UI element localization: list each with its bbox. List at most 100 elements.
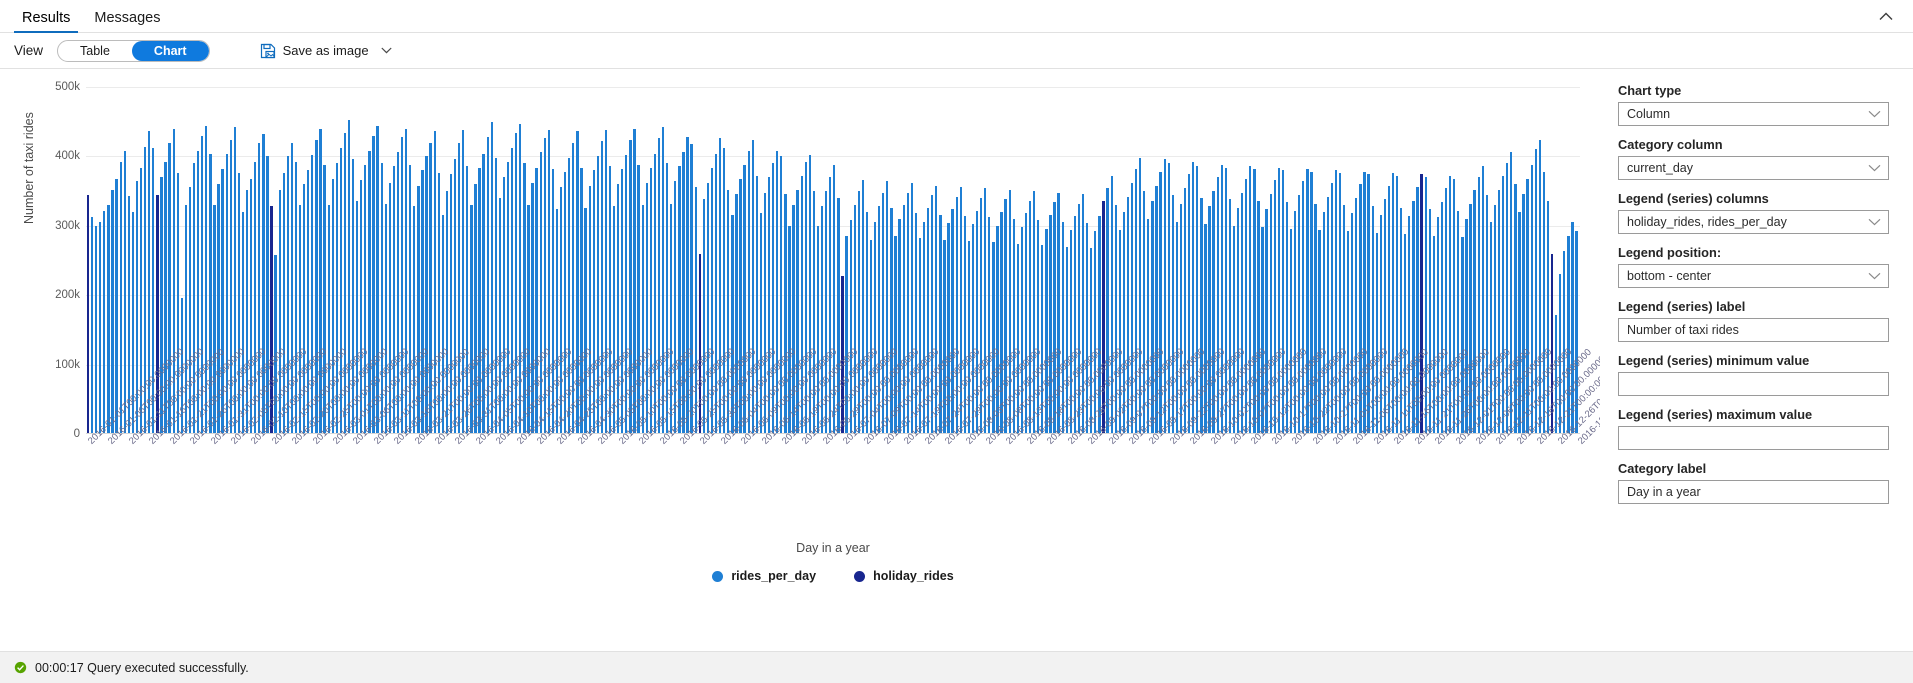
bar-rides-per-day[interactable] — [992, 242, 994, 434]
bar-rides-per-day[interactable] — [103, 211, 105, 434]
x-axis-tick-label: 2016-07-09T00:00:00.0000000 — [862, 439, 870, 447]
y-axis-tick-label: 200k — [38, 289, 80, 301]
view-toggle-table[interactable]: Table — [58, 41, 132, 61]
chart-legend: rides_per_day holiday_rides — [86, 569, 1580, 583]
x-axis-tick-label: 2016-01-01T00:00:00.0000000 — [86, 439, 94, 447]
bar-rides-per-day[interactable] — [107, 205, 109, 434]
bar-rides-per-day[interactable] — [246, 190, 248, 434]
config-value-category-column: current_day — [1627, 161, 1693, 175]
x-axis-tick-label: 2016-03-06T00:00:00.0000000 — [351, 439, 359, 447]
bar-rides-per-day[interactable] — [858, 191, 860, 434]
view-label: View — [14, 43, 43, 58]
view-toggle-group: Table Chart — [57, 40, 210, 62]
results-body: Number of taxi rides 0100k200k300k400k50… — [0, 69, 1913, 683]
config-input-legend-series-label[interactable]: Number of taxi rides — [1618, 318, 1889, 342]
bar-rides-per-day[interactable] — [1249, 166, 1251, 434]
x-axis-tick-label: 2016-06-24T00:00:00.0000000 — [800, 439, 808, 447]
bar-rides-per-day[interactable] — [311, 155, 313, 434]
x-axis-tick-label: 2016-11-26T00:00:00.0000000 — [1433, 439, 1441, 447]
bar-rides-per-day[interactable] — [1563, 251, 1565, 434]
x-axis-tick-label: 2016-07-14T00:00:00.0000000 — [882, 439, 890, 447]
x-axis-tick-label: 2016-08-18T00:00:00.0000000 — [1025, 439, 1033, 447]
x-axis-tick-label: 2016-08-03T00:00:00.0000000 — [964, 439, 972, 447]
bar-rides-per-day[interactable] — [242, 212, 244, 434]
config-input-legend-series-max[interactable] — [1618, 426, 1889, 450]
bar-rides-per-day[interactable] — [1143, 191, 1145, 434]
config-field-chart-type: Chart typeColumn — [1618, 83, 1889, 126]
bar-rides-per-day[interactable] — [1082, 194, 1084, 434]
bar-rides-per-day[interactable] — [454, 159, 456, 434]
bar-rides-per-day[interactable] — [1539, 140, 1541, 434]
bar-rides-per-day[interactable] — [796, 190, 798, 434]
x-axis-tick-label: 2016-06-04T00:00:00.0000000 — [719, 439, 727, 447]
config-select-legend-series-columns[interactable]: holiday_rides, rides_per_day — [1618, 210, 1889, 234]
config-input-legend-series-min[interactable] — [1618, 372, 1889, 396]
x-axis-tick-label: 2016-05-05T00:00:00.0000000 — [596, 439, 604, 447]
x-axis-tick-label: 2016-05-15T00:00:00.0000000 — [637, 439, 645, 447]
x-axis-tick-label: 2016-02-05T00:00:00.0000000 — [229, 439, 237, 447]
legend-item[interactable]: rides_per_day — [712, 569, 816, 583]
x-axis-tick-label: 2016-07-24T00:00:00.0000000 — [923, 439, 931, 447]
config-label-category-label: Category label — [1618, 461, 1889, 476]
bar-rides-per-day[interactable] — [352, 159, 354, 434]
bar-rides-per-day[interactable] — [678, 166, 680, 434]
bar-rides-per-day[interactable] — [637, 165, 639, 434]
bar-rides-per-day[interactable] — [1327, 197, 1329, 434]
bar-rides-per-day[interactable] — [173, 129, 175, 434]
x-axis-tick-label: 2016-03-16T00:00:00.0000000 — [392, 439, 400, 447]
tab-messages[interactable]: Messages — [82, 11, 172, 33]
x-axis-tick-label: 2016-07-04T00:00:00.0000000 — [841, 439, 849, 447]
bar-rides-per-day[interactable] — [695, 187, 697, 434]
x-axis-tick-label: 2016-02-20T00:00:00.0000000 — [290, 439, 298, 447]
x-axis-tick-label: 2016-10-02T00:00:00.0000000 — [1209, 439, 1217, 447]
x-axis-tick-label: 2016-01-06T00:00:00.0000000 — [106, 439, 114, 447]
x-axis-tick-label: 2016-04-05T00:00:00.0000000 — [474, 439, 482, 447]
bar-rides-per-day[interactable] — [95, 226, 97, 434]
legend-swatch-icon — [712, 571, 723, 582]
config-field-legend-position: Legend position:bottom - center — [1618, 245, 1889, 288]
config-select-chart-type[interactable]: Column — [1618, 102, 1889, 126]
chevron-down-icon — [1868, 164, 1881, 172]
config-select-legend-position[interactable]: bottom - center — [1618, 264, 1889, 288]
x-axis-tick-label: 2016-04-15T00:00:00.0000000 — [515, 439, 523, 447]
x-axis-tick-label: 2016-03-01T00:00:00.0000000 — [331, 439, 339, 447]
collapse-panel-button[interactable] — [1873, 4, 1899, 28]
bar-rides-per-day[interactable] — [495, 158, 497, 434]
bar-rides-per-day[interactable] — [115, 179, 117, 434]
y-axis-tick-label: 500k — [38, 81, 80, 93]
bar-rides-per-day[interactable] — [120, 162, 122, 434]
tab-results[interactable]: Results — [10, 11, 82, 33]
x-axis-tick-label: 2016-09-12T00:00:00.0000000 — [1127, 439, 1135, 447]
bar-rides-per-day[interactable] — [960, 187, 962, 434]
bar-rides-per-day[interactable] — [91, 217, 93, 434]
x-axis-tick-label: 2016-09-27T00:00:00.0000000 — [1188, 439, 1196, 447]
x-axis-tick-label: 2016-06-09T00:00:00.0000000 — [739, 439, 747, 447]
config-select-category-column[interactable]: current_day — [1618, 156, 1889, 180]
config-field-legend-series-max: Legend (series) maximum value — [1618, 407, 1889, 450]
y-axis-tick-label: 400k — [38, 150, 80, 162]
view-toggle-chart[interactable]: Chart — [132, 41, 209, 61]
x-axis-tick-label: 2016-04-20T00:00:00.0000000 — [535, 439, 543, 447]
x-axis-tick-label: 2016-05-20T00:00:00.0000000 — [658, 439, 666, 447]
legend-item[interactable]: holiday_rides — [854, 569, 954, 583]
chevron-down-icon — [381, 47, 392, 54]
bar-holiday-rides[interactable] — [87, 195, 89, 434]
bar-rides-per-day[interactable] — [124, 151, 126, 434]
bar-rides-per-day[interactable] — [99, 222, 101, 434]
bar-rides-per-day[interactable] — [1037, 220, 1039, 434]
x-axis-tick-label: 2016-12-01T00:00:00.0000000 — [1454, 439, 1462, 447]
bar-rides-per-day[interactable] — [111, 190, 113, 434]
chevron-down-icon — [1868, 272, 1881, 280]
x-axis-tick-label: 2016-01-16T00:00:00.0000000 — [147, 439, 155, 447]
config-value-legend-position: bottom - center — [1627, 269, 1711, 283]
bar-rides-per-day[interactable] — [1098, 216, 1100, 434]
x-axis-tick-label: 2016-05-30T00:00:00.0000000 — [698, 439, 706, 447]
save-as-image-button[interactable]: Save as image — [260, 43, 392, 59]
x-axis-tick-label: 2016-11-01T00:00:00.0000000 — [1331, 439, 1339, 447]
bar-rides-per-day[interactable] — [731, 215, 733, 434]
bar-rides-per-day[interactable] — [1310, 172, 1312, 434]
config-field-category-label: Category label Day in a year — [1618, 461, 1889, 504]
x-axis-tick-label: 2016-12-06T00:00:00.0000000 — [1474, 439, 1482, 447]
config-input-category-label[interactable]: Day in a year — [1618, 480, 1889, 504]
x-axis-tick-label: 2016-02-15T00:00:00.0000000 — [270, 439, 278, 447]
